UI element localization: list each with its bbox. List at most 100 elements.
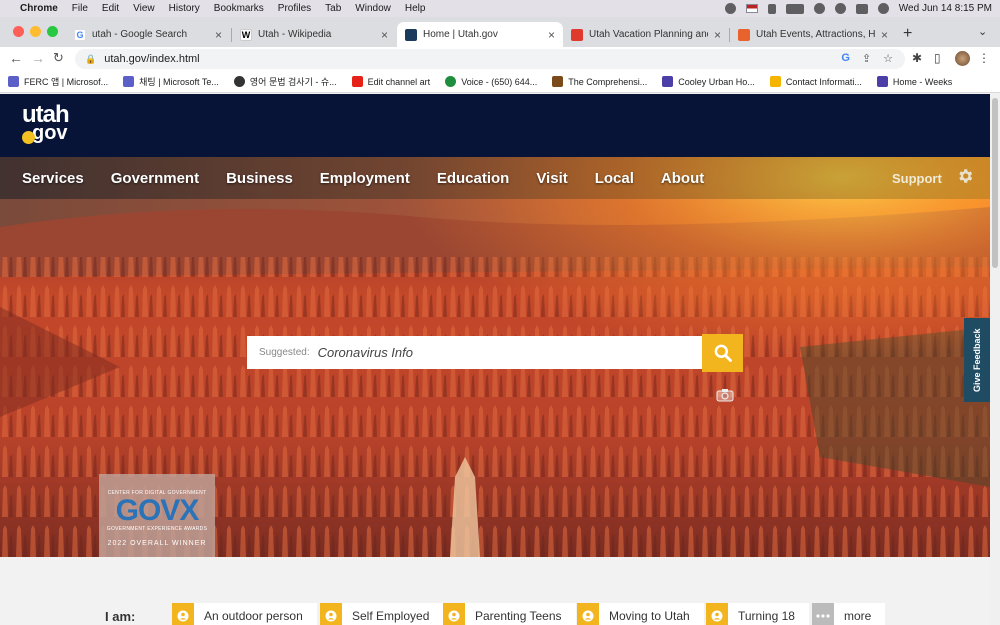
utah-gov-logo[interactable]: utah gov xyxy=(22,103,70,144)
bookmark-item[interactable]: The Comprehensi... xyxy=(552,76,647,87)
nav-government[interactable]: Government xyxy=(111,170,199,187)
menu-tab[interactable]: Tab xyxy=(325,3,341,14)
menu-window[interactable]: Window xyxy=(355,3,391,14)
bookmark-item[interactable]: Edit channel art xyxy=(351,76,430,87)
window-close-button[interactable] xyxy=(13,26,24,37)
menu-app-name[interactable]: Chrome xyxy=(20,3,58,14)
google-lens-icon[interactable]: G xyxy=(841,52,850,65)
side-panel-icon[interactable]: ▯ xyxy=(934,51,941,65)
bookmark-star-icon[interactable]: ☆ xyxy=(883,52,893,65)
bookmark-item[interactable]: 채팅 | Microsoft Te... xyxy=(123,75,219,88)
bookmark-label: 영어 문법 검사기 - 슈... xyxy=(249,77,337,87)
person-icon xyxy=(706,603,728,625)
camera-icon[interactable] xyxy=(716,388,734,402)
support-link[interactable]: Support xyxy=(892,171,942,186)
give-feedback-tab[interactable]: Give Feedback xyxy=(964,318,990,402)
bookmark-label: The Comprehensi... xyxy=(568,76,648,87)
menu-help[interactable]: Help xyxy=(405,3,426,14)
close-icon[interactable]: × xyxy=(881,28,888,42)
menu-view[interactable]: View xyxy=(133,3,155,14)
web-page: utah gov Services Government Business Em… xyxy=(0,94,990,625)
control-center-icon[interactable] xyxy=(855,3,868,14)
tab-wikipedia[interactable]: W Utah - Wikipedia × xyxy=(232,22,396,47)
nav-education[interactable]: Education xyxy=(437,170,510,187)
bookmark-label: Contact Informati... xyxy=(785,76,862,87)
page-scrollbar[interactable] xyxy=(990,94,1000,625)
close-icon[interactable]: × xyxy=(215,28,222,42)
nav-employment[interactable]: Employment xyxy=(320,170,410,187)
share-icon[interactable]: ⇪ xyxy=(862,52,871,65)
wifi-icon[interactable] xyxy=(813,3,825,14)
bookmark-item[interactable]: Contact Informati... xyxy=(769,76,862,87)
tab-google-search[interactable]: G utah - Google Search × xyxy=(66,22,230,47)
address-bar[interactable]: 🔒 utah.gov/index.html G ⇪ ☆ xyxy=(75,49,905,69)
menu-profiles[interactable]: Profiles xyxy=(278,3,311,14)
chip-label: Turning 18 xyxy=(738,609,795,623)
tab-title: utah - Google Search xyxy=(92,29,188,40)
back-arrow-icon[interactable]: ← xyxy=(9,50,23,66)
chip-parenting-teens[interactable]: Parenting Teens xyxy=(443,603,576,625)
search-button[interactable] xyxy=(702,334,743,372)
chrome-menu-icon[interactable]: ⋮ xyxy=(978,51,990,65)
chip-label: Parenting Teens xyxy=(475,609,562,623)
chip-outdoor-person[interactable]: An outdoor person xyxy=(172,603,317,625)
bookmark-item[interactable]: Cooley Urban Ho... xyxy=(662,76,755,87)
search-suggestion-text[interactable]: Coronavirus Info xyxy=(318,345,413,360)
logo-dot-icon xyxy=(22,131,35,144)
gear-icon[interactable] xyxy=(956,167,974,185)
tab-utah-events[interactable]: Utah Events, Attractions, Hotel × xyxy=(730,22,896,47)
bluetooth-icon[interactable] xyxy=(767,3,776,14)
tab-visit-utah[interactable]: Utah Vacation Planning and Th × xyxy=(563,22,729,47)
profile-avatar[interactable] xyxy=(955,51,970,66)
bookmark-item[interactable]: Home - Weeks xyxy=(876,76,952,87)
govx-award-badge[interactable]: CENTER FOR DIGITAL GOVERNMENT GOVX GOVER… xyxy=(99,474,215,557)
nav-visit[interactable]: Visit xyxy=(536,170,567,187)
chip-turning-18[interactable]: Turning 18 xyxy=(706,603,809,625)
close-icon[interactable]: × xyxy=(548,28,555,42)
battery-icon[interactable] xyxy=(785,3,804,14)
close-icon[interactable]: × xyxy=(714,28,721,42)
reload-icon[interactable]: ↻ xyxy=(53,50,64,66)
logo-text-gov: gov xyxy=(32,122,68,144)
m-status-icon[interactable] xyxy=(724,3,736,14)
menubar-clock[interactable]: Wed Jun 14 8:15 PM xyxy=(899,3,992,14)
siri-icon[interactable] xyxy=(877,3,889,14)
window-minimize-button[interactable] xyxy=(30,26,41,37)
nav-local[interactable]: Local xyxy=(595,170,634,187)
chip-moving-to-utah[interactable]: Moving to Utah xyxy=(577,603,704,625)
new-tab-button[interactable]: + xyxy=(903,25,912,43)
tab-search-chevron-icon[interactable]: ⌄ xyxy=(978,25,987,38)
input-source-flag-icon[interactable] xyxy=(745,4,758,13)
lock-icon[interactable]: 🔒 xyxy=(85,54,96,65)
close-icon[interactable]: × xyxy=(381,28,388,42)
bookmark-item[interactable]: 영어 문법 검사기 - 슈... xyxy=(233,75,337,88)
nav-business[interactable]: Business xyxy=(226,170,293,187)
person-icon xyxy=(443,603,465,625)
extensions-puzzle-icon[interactable]: ✱ xyxy=(912,51,922,65)
scrollbar-thumb[interactable] xyxy=(992,98,998,268)
nav-about[interactable]: About xyxy=(661,170,704,187)
forward-arrow-icon[interactable]: → xyxy=(31,50,45,66)
teams-icon xyxy=(8,76,19,87)
award-name: GOVX xyxy=(115,494,200,527)
spotlight-search-icon[interactable] xyxy=(834,3,846,14)
menu-edit[interactable]: Edit xyxy=(102,3,119,14)
chip-more[interactable]: more xyxy=(812,603,886,625)
menu-file[interactable]: File xyxy=(72,3,88,14)
weeks-icon xyxy=(876,76,888,87)
url-text[interactable]: utah.gov/index.html xyxy=(104,53,199,65)
bookmark-item[interactable]: Voice - (650) 644... xyxy=(445,76,537,87)
youtube-icon xyxy=(351,76,363,87)
wikipedia-icon: W xyxy=(240,28,252,41)
chip-self-employed[interactable]: Self Employed xyxy=(320,603,444,625)
window-zoom-button[interactable] xyxy=(47,26,58,37)
tab-title: Home | Utah.gov xyxy=(423,29,498,40)
menu-history[interactable]: History xyxy=(169,3,200,14)
menu-bookmarks[interactable]: Bookmarks xyxy=(214,3,264,14)
nav-services[interactable]: Services xyxy=(22,170,84,187)
grammar-checker-icon xyxy=(233,76,245,87)
site-search-input[interactable]: Suggested: Coronavirus Info xyxy=(247,336,702,369)
bookmarks-bar: FERC 앱 | Microsof... 채팅 | Microsoft Te..… xyxy=(0,71,1000,93)
bookmark-item[interactable]: FERC 앱 | Microsof... xyxy=(8,75,108,88)
tab-utah-gov[interactable]: Home | Utah.gov × xyxy=(397,22,563,47)
